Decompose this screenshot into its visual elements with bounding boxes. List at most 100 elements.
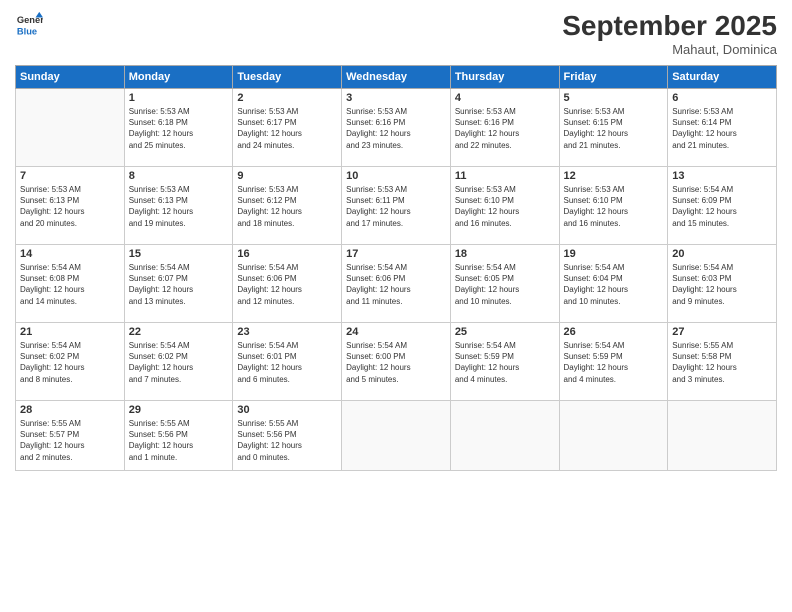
day-number: 7 <box>20 170 120 182</box>
day-number: 14 <box>20 248 120 260</box>
day-number: 27 <box>672 326 772 338</box>
table-row: 5 Sunrise: 5:53 AM Sunset: 6:15 PM Daylig… <box>559 89 668 167</box>
calendar-header-row: Sunday Monday Tuesday Wednesday Thursday… <box>16 66 777 89</box>
logo: General Blue <box>15 10 43 38</box>
day-info: Sunrise: 5:55 AM Sunset: 5:56 PM Dayligh… <box>237 418 337 463</box>
day-info: Sunrise: 5:54 AM Sunset: 6:07 PM Dayligh… <box>129 262 229 307</box>
title-block: September 2025 Mahaut, Dominica <box>562 10 777 57</box>
table-row <box>342 401 451 471</box>
day-info: Sunrise: 5:53 AM Sunset: 6:10 PM Dayligh… <box>455 184 555 229</box>
table-row: 7 Sunrise: 5:53 AM Sunset: 6:13 PM Daylig… <box>16 167 125 245</box>
day-info: Sunrise: 5:55 AM Sunset: 5:58 PM Dayligh… <box>672 340 772 385</box>
day-number: 18 <box>455 248 555 260</box>
day-number: 17 <box>346 248 446 260</box>
day-number: 4 <box>455 92 555 104</box>
day-number: 1 <box>129 92 229 104</box>
day-number: 29 <box>129 404 229 416</box>
day-info: Sunrise: 5:53 AM Sunset: 6:16 PM Dayligh… <box>346 106 446 151</box>
day-info: Sunrise: 5:55 AM Sunset: 5:56 PM Dayligh… <box>129 418 229 463</box>
header-thursday: Thursday <box>450 66 559 89</box>
day-number: 2 <box>237 92 337 104</box>
day-number: 5 <box>564 92 664 104</box>
table-row: 26 Sunrise: 5:54 AM Sunset: 5:59 PM Dayli… <box>559 323 668 401</box>
day-number: 12 <box>564 170 664 182</box>
table-row: 27 Sunrise: 5:55 AM Sunset: 5:58 PM Dayli… <box>668 323 777 401</box>
day-number: 6 <box>672 92 772 104</box>
day-info: Sunrise: 5:54 AM Sunset: 6:04 PM Dayligh… <box>564 262 664 307</box>
table-row: 3 Sunrise: 5:53 AM Sunset: 6:16 PM Daylig… <box>342 89 451 167</box>
table-row <box>668 401 777 471</box>
page: General Blue September 2025 Mahaut, Domi… <box>0 0 792 612</box>
day-info: Sunrise: 5:53 AM Sunset: 6:14 PM Dayligh… <box>672 106 772 151</box>
day-info: Sunrise: 5:54 AM Sunset: 6:00 PM Dayligh… <box>346 340 446 385</box>
day-number: 8 <box>129 170 229 182</box>
header-tuesday: Tuesday <box>233 66 342 89</box>
header-saturday: Saturday <box>668 66 777 89</box>
calendar-table: Sunday Monday Tuesday Wednesday Thursday… <box>15 65 777 471</box>
table-row: 23 Sunrise: 5:54 AM Sunset: 6:01 PM Dayli… <box>233 323 342 401</box>
day-info: Sunrise: 5:54 AM Sunset: 6:06 PM Dayligh… <box>346 262 446 307</box>
day-number: 19 <box>564 248 664 260</box>
day-info: Sunrise: 5:54 AM Sunset: 6:02 PM Dayligh… <box>129 340 229 385</box>
table-row: 30 Sunrise: 5:55 AM Sunset: 5:56 PM Dayli… <box>233 401 342 471</box>
day-number: 30 <box>237 404 337 416</box>
day-info: Sunrise: 5:53 AM Sunset: 6:16 PM Dayligh… <box>455 106 555 151</box>
header-wednesday: Wednesday <box>342 66 451 89</box>
table-row: 25 Sunrise: 5:54 AM Sunset: 5:59 PM Dayli… <box>450 323 559 401</box>
day-number: 26 <box>564 326 664 338</box>
table-row: 9 Sunrise: 5:53 AM Sunset: 6:12 PM Daylig… <box>233 167 342 245</box>
day-info: Sunrise: 5:54 AM Sunset: 6:08 PM Dayligh… <box>20 262 120 307</box>
day-number: 9 <box>237 170 337 182</box>
day-info: Sunrise: 5:53 AM Sunset: 6:18 PM Dayligh… <box>129 106 229 151</box>
day-number: 24 <box>346 326 446 338</box>
header-friday: Friday <box>559 66 668 89</box>
header-monday: Monday <box>124 66 233 89</box>
table-row: 21 Sunrise: 5:54 AM Sunset: 6:02 PM Dayli… <box>16 323 125 401</box>
day-info: Sunrise: 5:53 AM Sunset: 6:13 PM Dayligh… <box>20 184 120 229</box>
day-number: 21 <box>20 326 120 338</box>
table-row: 19 Sunrise: 5:54 AM Sunset: 6:04 PM Dayli… <box>559 245 668 323</box>
day-number: 10 <box>346 170 446 182</box>
day-info: Sunrise: 5:53 AM Sunset: 6:15 PM Dayligh… <box>564 106 664 151</box>
table-row: 4 Sunrise: 5:53 AM Sunset: 6:16 PM Daylig… <box>450 89 559 167</box>
table-row: 1 Sunrise: 5:53 AM Sunset: 6:18 PM Daylig… <box>124 89 233 167</box>
day-number: 22 <box>129 326 229 338</box>
header: General Blue September 2025 Mahaut, Domi… <box>15 10 777 57</box>
day-info: Sunrise: 5:53 AM Sunset: 6:11 PM Dayligh… <box>346 184 446 229</box>
day-info: Sunrise: 5:54 AM Sunset: 5:59 PM Dayligh… <box>564 340 664 385</box>
table-row <box>16 89 125 167</box>
day-info: Sunrise: 5:53 AM Sunset: 6:10 PM Dayligh… <box>564 184 664 229</box>
day-info: Sunrise: 5:54 AM Sunset: 6:01 PM Dayligh… <box>237 340 337 385</box>
day-number: 23 <box>237 326 337 338</box>
day-info: Sunrise: 5:53 AM Sunset: 6:17 PM Dayligh… <box>237 106 337 151</box>
table-row: 16 Sunrise: 5:54 AM Sunset: 6:06 PM Dayli… <box>233 245 342 323</box>
table-row: 8Sunrise: 5:53 AM Sunset: 6:13 PM Daylig… <box>124 167 233 245</box>
table-row: 22 Sunrise: 5:54 AM Sunset: 6:02 PM Dayli… <box>124 323 233 401</box>
day-info: Sunrise: 5:54 AM Sunset: 6:06 PM Dayligh… <box>237 262 337 307</box>
table-row: 11Sunrise: 5:53 AM Sunset: 6:10 PM Dayli… <box>450 167 559 245</box>
day-info: Sunrise: 5:54 AM Sunset: 6:03 PM Dayligh… <box>672 262 772 307</box>
table-row: 14 Sunrise: 5:54 AM Sunset: 6:08 PM Dayli… <box>16 245 125 323</box>
day-info: Sunrise: 5:53 AM Sunset: 6:12 PM Dayligh… <box>237 184 337 229</box>
table-row: 20 Sunrise: 5:54 AM Sunset: 6:03 PM Dayli… <box>668 245 777 323</box>
table-row: 18 Sunrise: 5:54 AM Sunset: 6:05 PM Dayli… <box>450 245 559 323</box>
day-info: Sunrise: 5:55 AM Sunset: 5:57 PM Dayligh… <box>20 418 120 463</box>
day-info: Sunrise: 5:54 AM Sunset: 6:02 PM Dayligh… <box>20 340 120 385</box>
svg-text:Blue: Blue <box>17 26 37 36</box>
day-number: 20 <box>672 248 772 260</box>
day-number: 3 <box>346 92 446 104</box>
table-row: 10 Sunrise: 5:53 AM Sunset: 6:11 PM Dayli… <box>342 167 451 245</box>
day-number: 25 <box>455 326 555 338</box>
table-row: 29 Sunrise: 5:55 AM Sunset: 5:56 PM Dayli… <box>124 401 233 471</box>
logo-icon: General Blue <box>15 10 43 38</box>
day-number: 16 <box>237 248 337 260</box>
table-row: 28Sunrise: 5:55 AM Sunset: 5:57 PM Dayli… <box>16 401 125 471</box>
table-row: 15 Sunrise: 5:54 AM Sunset: 6:07 PM Dayli… <box>124 245 233 323</box>
day-info: Sunrise: 5:54 AM Sunset: 6:09 PM Dayligh… <box>672 184 772 229</box>
day-info: Sunrise: 5:54 AM Sunset: 6:05 PM Dayligh… <box>455 262 555 307</box>
day-number: 15 <box>129 248 229 260</box>
day-info: Sunrise: 5:54 AM Sunset: 5:59 PM Dayligh… <box>455 340 555 385</box>
subtitle: Mahaut, Dominica <box>562 42 777 57</box>
table-row: 6 Sunrise: 5:53 AM Sunset: 6:14 PM Daylig… <box>668 89 777 167</box>
table-row: 2 Sunrise: 5:53 AM Sunset: 6:17 PM Daylig… <box>233 89 342 167</box>
